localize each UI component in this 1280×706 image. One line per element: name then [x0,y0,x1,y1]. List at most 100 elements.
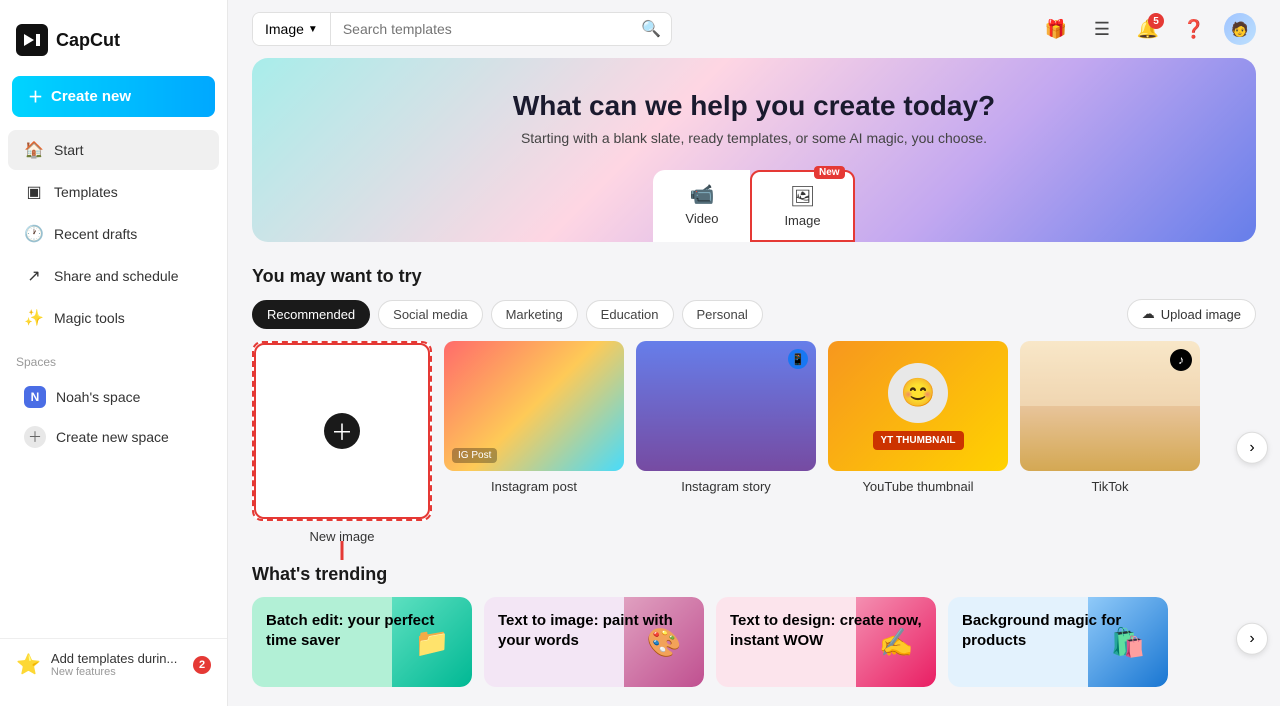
sidebar-footer[interactable]: ⭐ Add templates durin... New features 2 [0,638,227,690]
sidebar-item-templates[interactable]: ▣ Templates [8,172,219,212]
trending-card-text-to-image[interactable]: Text to image: paint with your words 🎨 [484,597,704,687]
filter-bar: Recommended Social media Marketing Educa… [228,299,1280,341]
filter-education[interactable]: Education [586,300,674,329]
gift-icon: 🎁 [1045,19,1067,40]
tiktok-card[interactable]: ♪ TikTok [1020,341,1200,544]
noah-avatar: N [24,386,46,408]
yt-preview: 😊 YT THUMBNAIL [828,341,1008,471]
image-tab-icon: 🖼 [790,184,815,209]
hero-tab-video[interactable]: 📹 Video [653,170,750,242]
sidebar-item-magic-tools[interactable]: ✨ Magic tools [8,298,219,338]
youtube-thumb: 😊 YT THUMBNAIL [828,341,1008,471]
notification-badge: 5 [1148,13,1164,29]
annotation-arrow [322,541,362,560]
trending-card-text-to-design[interactable]: Text to design: create now, instant WOW … [716,597,936,687]
share-icon: ↗ [24,266,44,286]
new-badge: New [814,166,845,179]
menu-icon: ☰ [1094,19,1110,40]
new-image-card[interactable]: ＋ New image [252,341,432,544]
filter-personal[interactable]: Personal [682,300,763,329]
instagram-story-card[interactable]: 📱 Instagram story [636,341,816,544]
upload-label: Upload image [1161,307,1241,322]
yt-content: 😊 YT THUMBNAIL [873,363,964,450]
filter-social-media[interactable]: Social media [378,300,482,329]
topbar-icons: 🎁 ☰ 🔔 5 ❓ 🧑 [1040,13,1256,45]
trending-card-batch-edit[interactable]: Batch edit: your perfect time saver 📁 [252,597,472,687]
sidebar-item-share-label: Share and schedule [54,268,179,284]
upload-image-button[interactable]: ☁ Upload image [1127,299,1256,329]
help-button[interactable]: ❓ [1178,13,1210,45]
search-container: Image ▼ 🔍 [252,12,672,46]
filter-marketing[interactable]: Marketing [491,300,578,329]
ig-label: IG Post [452,448,497,463]
spaces-label: Spaces [0,339,227,377]
tiktok-bottom [1020,406,1200,471]
image-tab-label: Image [784,213,820,228]
trending-card-text-to-design-text: Text to design: create now, instant WOW [730,611,922,650]
instagram-post-card[interactable]: IG Post Instagram post [444,341,624,544]
avatar-image: 🧑 [1231,21,1248,38]
upload-icon: ☁ [1142,306,1155,322]
section-title-try: You may want to try [228,258,1280,299]
video-tab-icon: 📹 [689,182,714,207]
sidebar-item-start[interactable]: 🏠 Start [8,130,219,170]
sidebar-item-create-space[interactable]: ＋ Create new space [8,418,219,456]
cards-row: ＋ New image IG Post Instagram post [228,341,1280,560]
sidebar-item-recent-drafts[interactable]: 🕐 Recent drafts [8,214,219,254]
gift-button[interactable]: 🎁 [1040,13,1072,45]
yt-tag: YT THUMBNAIL [873,431,964,450]
hero-title: What can we help you create today? [513,90,995,122]
templates-icon: ▣ [24,182,44,202]
instagram-story-thumb: 📱 [636,341,816,471]
trending-title: What's trending [228,560,1280,597]
trending-row: Batch edit: your perfect time saver 📁 Te… [228,597,1280,687]
footer-star-icon: ⭐ [16,652,41,677]
trending-card-background-magic[interactable]: Background magic for products 🛍️ [948,597,1168,687]
footer-info: Add templates durin... New features [51,651,177,678]
footer-badge: 2 [193,656,211,674]
clock-icon: 🕐 [24,224,44,244]
menu-button[interactable]: ☰ [1086,13,1118,45]
add-space-icon: ＋ [24,426,46,448]
trending-card-text-to-image-text: Text to image: paint with your words [498,611,690,650]
topbar: Image ▼ 🔍 🎁 ☰ 🔔 5 ❓ 🧑 [228,0,1280,58]
ig-post-preview: IG Post [444,341,624,471]
youtube-thumb-label: YouTube thumbnail [862,479,973,494]
search-icon: 🔍 [631,19,671,39]
tiktok-label: TikTok [1091,479,1128,494]
youtube-thumbnail-card[interactable]: 😊 YT THUMBNAIL YouTube thumbnail [828,341,1008,544]
tiktok-thumb: ♪ [1020,341,1200,471]
new-image-plus-button[interactable]: ＋ [324,413,360,449]
search-type-label: Image [265,21,304,37]
create-new-icon: ＋ [28,86,43,107]
footer-text: Add templates durin... [51,651,177,666]
sidebar-item-magic-label: Magic tools [54,310,125,326]
sidebar-item-templates-label: Templates [54,184,118,200]
hero-subtitle: Starting with a blank slate, ready templ… [521,130,987,146]
create-new-button[interactable]: ＋ Create new [12,76,215,117]
filter-recommended[interactable]: Recommended [252,300,370,329]
chevron-down-icon: ▼ [308,24,318,35]
sidebar-item-share-schedule[interactable]: ↗ Share and schedule [8,256,219,296]
cards-next-button[interactable]: › [1236,431,1268,463]
tiktok-icon: ♪ [1170,349,1192,371]
magic-icon: ✨ [24,308,44,328]
yt-avatar: 😊 [888,363,948,423]
trending-card-batch-edit-text: Batch edit: your perfect time saver [266,611,458,650]
search-type-dropdown[interactable]: Image ▼ [253,13,331,45]
sidebar-item-recent-drafts-label: Recent drafts [54,226,137,242]
sidebar: CapCut ＋ Create new 🏠 Start ▣ Templates … [0,0,228,706]
logo: CapCut [0,16,227,76]
user-avatar[interactable]: 🧑 [1224,13,1256,45]
search-input[interactable] [331,13,631,45]
video-tab-label: Video [685,211,718,226]
hero-tab-image[interactable]: New 🖼 Image [750,170,854,242]
hero-tabs: 📹 Video New 🖼 Image [653,170,854,242]
home-icon: 🏠 [24,140,44,160]
ig-story-preview: 📱 [636,341,816,471]
hero-banner: What can we help you create today? Start… [252,58,1256,242]
sidebar-item-noah-space[interactable]: N Noah's space [8,378,219,416]
notification-button[interactable]: 🔔 5 [1132,13,1164,45]
footer-subtext: New features [51,666,177,678]
trending-next-button[interactable]: › [1236,623,1268,655]
